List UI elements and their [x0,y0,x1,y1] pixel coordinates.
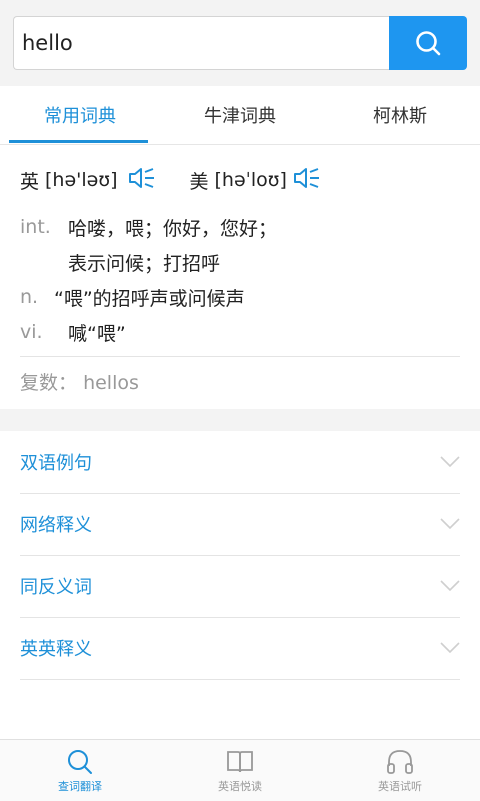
tab-common-dictionary[interactable]: 常用词典 [0,86,160,144]
plural-value: hellos [83,372,139,394]
nav-label: 英语悦读 [218,780,262,793]
headphones-icon [387,750,413,774]
bottom-navigation: 查词翻译 英语悦读 英语试听 [0,739,480,801]
us-label: 美 [189,170,209,193]
dictionary-tabs: 常用词典 牛津词典 柯林斯 [0,86,480,145]
section-label: 网络释义 [20,515,92,536]
tab-oxford-dictionary[interactable]: 牛津词典 [160,86,320,144]
divider [20,356,460,357]
search-input[interactable] [13,16,389,70]
section-label: 双语例句 [20,453,92,474]
chevron-down-icon [440,580,460,592]
section-bilingual-examples[interactable]: 双语例句 [20,431,460,494]
phonetics-row: 英 [hə'ləʊ] 美 [həˈloʊ] [20,163,321,197]
section-label: 同反义词 [20,577,92,598]
tab-collins[interactable]: 柯林斯 [320,86,480,144]
chevron-down-icon [440,642,460,654]
chevron-down-icon [440,456,460,468]
speaker-icon [293,167,319,188]
plural-label: 复数： [20,372,78,394]
definition-row: int. 哈喽，喂；你好，您好； [20,212,277,242]
section-label: 英英释义 [20,639,92,660]
nav-english-listening[interactable]: 英语试听 [320,740,480,801]
chevron-down-icon [440,518,460,530]
definition-text: “喂”的招呼声或问候声 [54,287,245,310]
uk-label: 英 [20,170,40,193]
us-pronunciation-button[interactable] [293,166,321,195]
speaker-icon [128,167,154,188]
definition-text: 喊“喂” [68,322,126,345]
part-of-speech: n. [20,286,39,308]
nav-label: 查词翻译 [58,780,102,793]
section-separator [0,409,480,431]
us-phonetic: [həˈloʊ] [214,169,287,191]
book-icon [227,751,253,773]
definition-row: vi. 喊“喂” [20,317,126,347]
section-synonyms-antonyms[interactable]: 同反义词 [20,555,460,618]
section-web-definitions[interactable]: 网络释义 [20,493,460,556]
uk-phonetic: [hə'ləʊ] [45,169,118,191]
nav-lookup-translate[interactable]: 查词翻译 [0,740,160,801]
active-tab-indicator [9,140,148,143]
plural-form: 复数： hellos [20,368,139,395]
definition-text: 表示问候；打招呼 [68,252,221,275]
nav-english-reading[interactable]: 英语悦读 [160,740,320,801]
part-of-speech: vi. [20,321,43,343]
definition-text: 哈喽，喂；你好，您好； [68,217,278,240]
nav-label: 英语试听 [378,780,422,793]
search-bar [0,0,480,87]
search-icon [416,31,441,56]
search-button[interactable] [389,16,467,70]
definition-row: 表示问候；打招呼 [20,247,220,277]
section-english-definitions[interactable]: 英英释义 [20,617,460,680]
search-icon [68,750,92,774]
part-of-speech: int. [20,216,51,238]
uk-pronunciation-button[interactable] [128,166,156,195]
definition-row: n. “喂”的招呼声或问候声 [20,282,245,312]
